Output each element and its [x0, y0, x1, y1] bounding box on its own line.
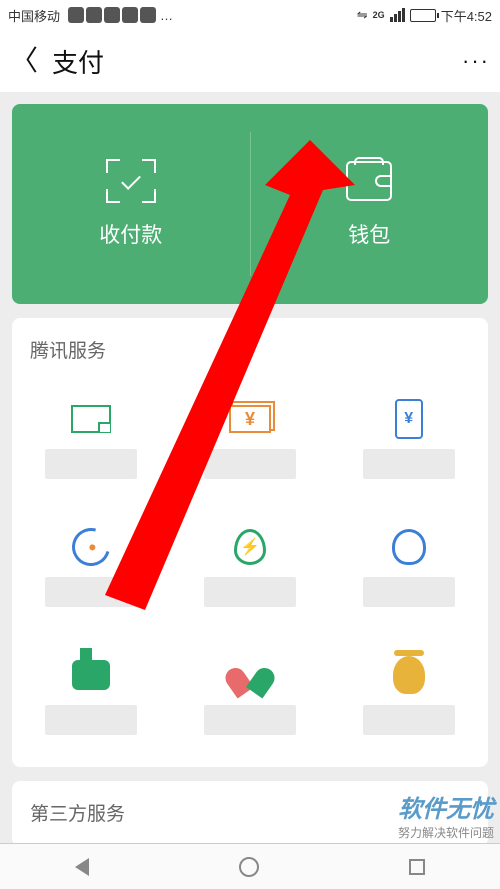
- content-area: 收付款 钱包 腾讯服务: [0, 92, 500, 858]
- notif-icon-4: [122, 7, 138, 23]
- service-label-blurred: [45, 577, 137, 607]
- notif-icon-1: [68, 7, 84, 23]
- service-label-blurred: [363, 705, 455, 735]
- notif-icon-5: [140, 7, 156, 23]
- service-item-utilities[interactable]: [171, 503, 330, 631]
- service-item-money[interactable]: [171, 375, 330, 503]
- bank-card-icon: [69, 399, 113, 439]
- clock-label: 下午4:52: [441, 6, 492, 25]
- service-label-blurred: [45, 705, 137, 735]
- phone-topup-icon: [387, 399, 431, 439]
- service-item-finance[interactable]: [12, 503, 171, 631]
- battery-icon: [410, 9, 436, 22]
- page-title: 支付: [52, 43, 104, 80]
- service-label-blurred: [45, 449, 137, 479]
- service-item-qq[interactable]: [329, 503, 488, 631]
- finance-icon: [69, 527, 113, 567]
- more-button[interactable]: ···: [462, 48, 490, 74]
- utilities-icon: [228, 527, 272, 567]
- money-icon: [228, 399, 272, 439]
- wallet-button[interactable]: 钱包: [251, 104, 489, 304]
- title-bar: 〈 支付 ···: [0, 30, 500, 92]
- service-label-blurred: [204, 705, 296, 735]
- watermark-slogan: 努力解决软件问题: [398, 824, 494, 841]
- wallet-icon: [344, 159, 394, 203]
- notif-icon-2: [86, 7, 102, 23]
- service-item-phone[interactable]: [329, 375, 488, 503]
- payment-card: 收付款 钱包: [12, 104, 488, 304]
- wifi-icon: ⇋: [357, 7, 368, 23]
- insurance-icon: [387, 655, 431, 695]
- service-label-blurred: [363, 449, 455, 479]
- tencent-services-header: 腾讯服务: [12, 318, 488, 375]
- scan-pay-icon: [106, 159, 156, 203]
- nav-back-button[interactable]: [75, 858, 89, 876]
- service-item-charity[interactable]: [171, 631, 330, 759]
- signal-icon: [390, 8, 405, 22]
- city-services-icon: [69, 655, 113, 695]
- status-more-indicator: …: [160, 8, 175, 23]
- service-item-city[interactable]: [12, 631, 171, 759]
- network-type-label: 2G: [373, 10, 385, 20]
- notif-icon-3: [104, 7, 120, 23]
- pay-receive-label: 收付款: [99, 219, 162, 249]
- wallet-label: 钱包: [348, 219, 390, 249]
- back-button[interactable]: 〈: [10, 47, 38, 75]
- pay-receive-button[interactable]: 收付款: [12, 104, 250, 304]
- service-item-card[interactable]: [12, 375, 171, 503]
- qq-icon: [387, 527, 431, 567]
- service-label-blurred: [204, 577, 296, 607]
- watermark: 软件无忧 努力解决软件问题: [398, 789, 494, 841]
- status-right: ⇋ 2G 下午4:52: [357, 6, 492, 25]
- tencent-services-section: 腾讯服务: [12, 318, 488, 767]
- status-left: 中国移动 …: [8, 6, 175, 25]
- charity-icon: [228, 655, 272, 695]
- status-bar: 中国移动 … ⇋ 2G 下午4:52: [0, 0, 500, 30]
- nav-home-button[interactable]: [239, 857, 259, 877]
- android-nav-bar: [0, 843, 500, 889]
- service-item-insurance[interactable]: [329, 631, 488, 759]
- status-notification-icons: [68, 7, 156, 23]
- service-label-blurred: [363, 577, 455, 607]
- watermark-logo: 软件无忧: [398, 789, 494, 824]
- tencent-services-grid: [12, 375, 488, 759]
- carrier-label: 中国移动: [8, 6, 60, 25]
- nav-recent-button[interactable]: [409, 859, 425, 875]
- service-label-blurred: [204, 449, 296, 479]
